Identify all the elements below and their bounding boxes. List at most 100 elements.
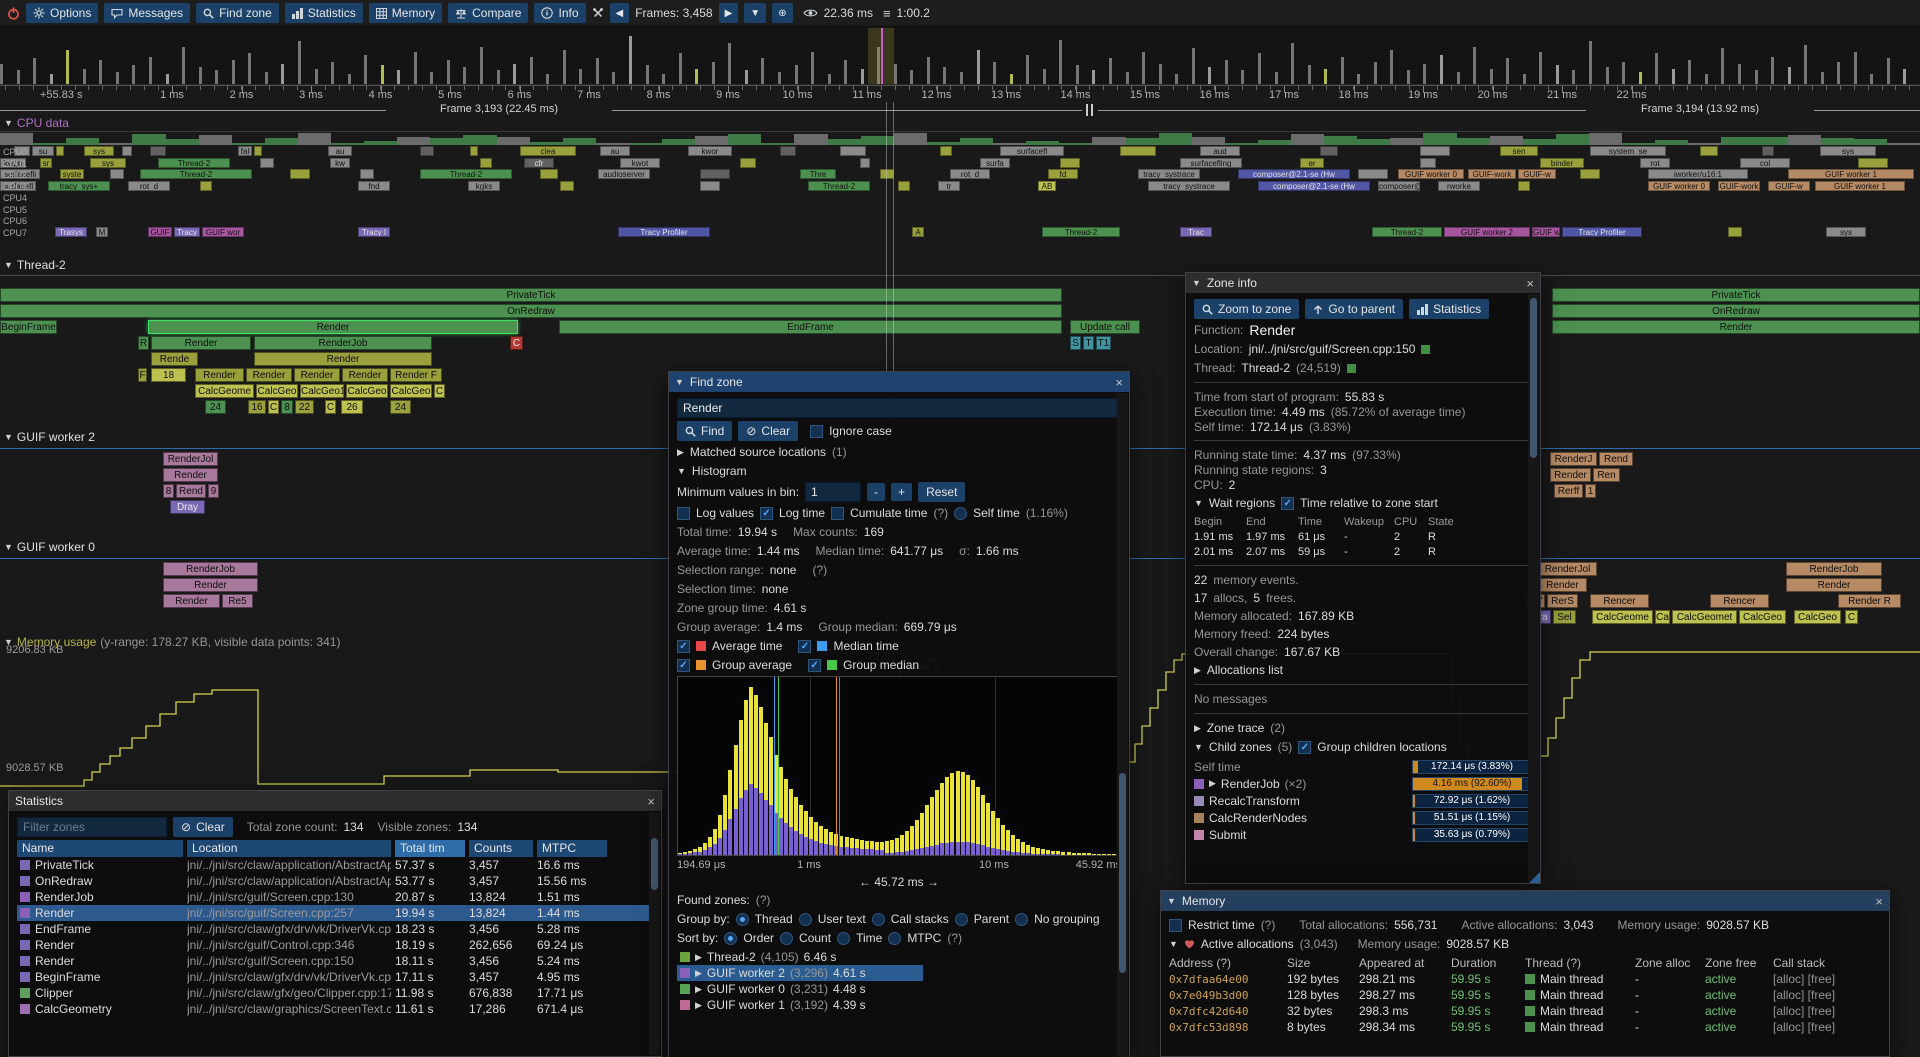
allocation-call-stack[interactable]: [alloc] [free] [1773,1004,1881,1018]
close-icon[interactable]: × [647,794,655,809]
timeline-zone[interactable]: Dray [170,500,205,514]
timeline-zone[interactable]: Rencer [1710,594,1769,608]
timeline-zone[interactable]: Ren [1593,468,1620,482]
radio-parent[interactable] [955,913,968,926]
timeline-zone[interactable]: Rencer [1590,594,1649,608]
timeline-zone[interactable]: CalcGeome [195,384,254,398]
cpu-zone[interactable]: sen [1500,146,1538,156]
collapse-icon[interactable]: ▼ [1169,939,1178,949]
find-zone-titlebar[interactable]: ▼ Find zone × [669,372,1129,392]
cpu-zone[interactable] [840,146,866,156]
stats-row[interactable]: Renderjni/../jni/src/guif/Screen.cpp:150… [17,953,653,969]
stats-column-header[interactable]: Total tim [395,840,465,857]
cpu-zone[interactable] [260,158,274,168]
cpu-zone[interactable] [1320,146,1338,156]
find-button[interactable]: Find [677,421,732,441]
cpu-zone[interactable] [254,146,262,156]
prev-frame-button[interactable]: ◀ [610,3,630,23]
cpu-data-header[interactable]: ▼CPU data [4,116,69,130]
cpu-zone[interactable] [1762,146,1774,156]
stats-row[interactable]: BeginFramejni/../jni/src/claw/gfx/drv/vk… [17,969,653,985]
cpu-zone[interactable]: sys [1826,227,1866,237]
timeline-zone[interactable]: Render [342,368,388,382]
memory-col-header[interactable]: Size [1287,956,1359,970]
ignore-case-checkbox[interactable] [810,425,823,438]
cpu-zone[interactable]: Tracy Profiler [618,227,710,237]
child-zone-row[interactable]: RecalcTransform72.92 μs (1.62%) [1194,792,1532,809]
timeline-zone[interactable]: Rerff [1554,484,1583,498]
cpu-zone[interactable]: au [600,146,630,156]
cpu-zone[interactable]: AB [1038,181,1056,191]
timeline-zone[interactable]: Render [148,320,518,334]
timeline-zone[interactable]: RenderJol [163,452,218,466]
cpu-zone[interactable] [1700,146,1718,156]
cpu-zone[interactable]: A [912,227,924,237]
radio-call-stacks[interactable] [872,913,885,926]
timeline-zone[interactable]: CalcGeo [1739,610,1786,624]
cpu-zone[interactable] [880,169,894,179]
wait-region-row[interactable]: 1.91 ms1.97 ms61 μs-2R [1194,529,1532,544]
restrict-time-checkbox[interactable] [1169,919,1182,932]
collapse-icon[interactable]: ▼ [675,377,684,387]
frame-select-button[interactable]: ▼ [744,3,766,23]
cpu-zone[interactable] [110,169,124,179]
timeline-zone[interactable]: F [138,368,147,382]
cpu-zone[interactable]: GUIF-work [1718,181,1760,191]
focus-frame-button[interactable]: ⊕ [772,3,792,23]
cpu-zone[interactable]: surfacefling [1180,158,1242,168]
toolbar-button-options[interactable]: Options [26,3,98,23]
frame-histogram[interactable] [0,28,1920,85]
stats-row[interactable]: Renderjni/../jni/src/guif/Control.cpp:34… [17,937,653,953]
cpu-zone[interactable] [740,158,756,168]
timeline-zone[interactable]: RenderJob [1786,562,1882,576]
timeline-zone[interactable]: R [138,336,149,350]
stats-row[interactable]: OnRedrawjni/../jni/src/claw/application/… [17,873,653,889]
timeline-zone[interactable]: EndFrame [559,320,1062,334]
child-zone-row[interactable]: ▶RenderJob(×2)4.16 ms (92.60%) [1194,775,1532,792]
filter-zones-input[interactable]: Filter zones [17,817,167,837]
memory-col-header[interactable]: Zone alloc [1635,956,1705,970]
cpu-zone[interactable] [560,181,574,191]
timeline-zone[interactable]: Render [163,468,218,482]
cpu-zone[interactable]: tracy_sys+ [48,181,110,191]
timeline-zone[interactable]: 8 [281,400,293,414]
cpu-zone[interactable]: aud [1200,146,1240,156]
collapse-icon[interactable]: ▼ [677,466,686,476]
cpu-zone[interactable] [1420,158,1436,168]
memory-titlebar[interactable]: ▼ Memory × [1161,891,1889,911]
timeline-zone[interactable]: CalcGeo [256,384,298,398]
expand-icon[interactable]: ▶ [1194,665,1201,676]
legend-checkbox[interactable]: ✓ [798,640,811,653]
stats-column-header[interactable]: Name [17,840,183,857]
timeline-zone[interactable]: 26 [341,400,363,414]
cpu-zone[interactable] [1580,169,1600,179]
frame-label[interactable]: Frame 3,193 (22.45 ms) [386,103,612,115]
found-zone-group[interactable]: ▶GUIF worker 0(3,231)4.48 s [677,981,1121,997]
cpu-zone[interactable]: kgks [468,181,500,191]
expand-icon[interactable]: ▶ [1194,723,1201,734]
timeline-zone[interactable]: PrivateTick [1552,288,1920,302]
cpu-zone[interactable]: M [96,227,108,237]
stats-row[interactable]: CalcGeometryjni/../jni/src/claw/graphics… [17,1001,653,1017]
cpu-zone[interactable]: fd [1048,169,1078,179]
stats-row[interactable]: Clipperjni/../jni/src/claw/gfx/geo/Clipp… [17,985,653,1001]
cpu-zone[interactable]: GUIF worker 1 [1815,181,1905,191]
cpu-zone[interactable]: GUIF worker 0 [1398,169,1464,179]
thread-header[interactable]: ▼GUIF worker 2 [4,430,95,444]
cpu-zone[interactable]: au [328,146,352,156]
collapse-icon[interactable]: ▼ [1192,278,1201,288]
allocation-row[interactable]: 0x7dfc53d8988 bytes298.34 ms59.95 sMain … [1169,1019,1881,1035]
allocation-row[interactable]: 0x7dfc42d64032 bytes298.3 ms59.95 sMain … [1169,1003,1881,1019]
memory-col-header[interactable]: Duration [1451,956,1525,970]
allocation-row[interactable]: 0x7dfaa64e00192 bytes298.21 ms59.95 sMai… [1169,971,1881,987]
cpu-zone[interactable]: Trasys [55,227,87,237]
legend-checkbox[interactable]: ✓ [677,640,690,653]
cpu-zone[interactable]: composer@ [1378,181,1420,191]
allocation-call-stack[interactable]: [alloc] [free] [1773,988,1881,1002]
expand-icon[interactable]: ▶ [1209,778,1216,789]
self-time-radio[interactable] [954,507,967,520]
memory-col-header[interactable]: Thread (?) [1525,956,1635,970]
memory-usage-header[interactable]: ▼Memory usage(y-range: 178.27 KB, visibl… [4,635,340,649]
stats-column-header[interactable]: Counts [469,840,533,857]
cpu-zone[interactable]: Thre [800,169,836,179]
